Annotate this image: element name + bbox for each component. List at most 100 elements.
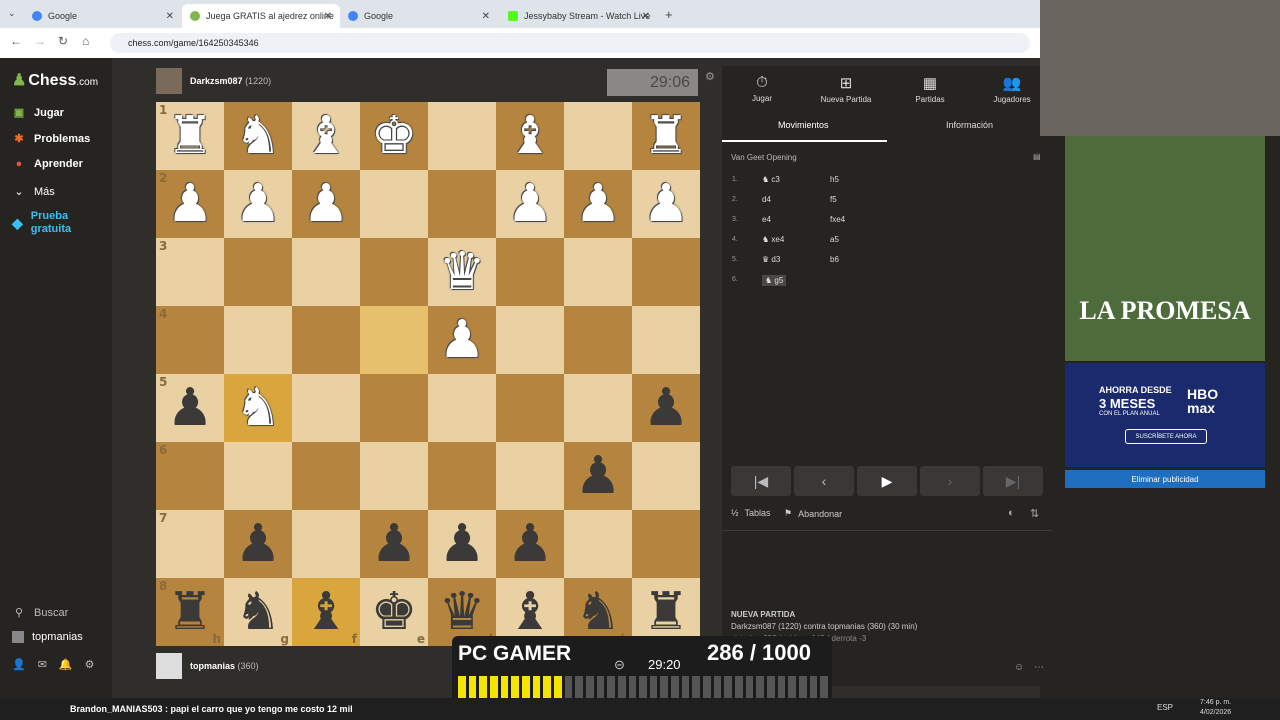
black-move[interactable]: f5 xyxy=(830,195,837,204)
sidebar-user[interactable]: topmanias xyxy=(12,631,83,643)
last-move-button[interactable]: ▶| xyxy=(983,466,1043,496)
black-pawn-piece[interactable]: ♟ xyxy=(371,518,418,570)
white-move[interactable]: ♞ c3 xyxy=(762,175,780,184)
board-square[interactable]: ♞ xyxy=(224,374,292,442)
ad-hbo-max[interactable]: AHORRA DESDE 3 MESES CON EL PLAN ANUAL H… xyxy=(1065,363,1265,467)
board-square[interactable] xyxy=(360,170,428,238)
browser-tab-active[interactable]: Juega GRATIS al ajedrez online ✕ xyxy=(182,4,340,28)
board-square[interactable] xyxy=(496,442,564,510)
board-square[interactable]: 6 xyxy=(156,442,224,510)
board-square[interactable]: ♟ xyxy=(428,510,496,578)
sidebar-item-problemas[interactable]: ✱ Problemas xyxy=(12,132,90,146)
board-square[interactable]: g ♞ xyxy=(224,578,292,646)
board-square[interactable]: ♚ xyxy=(360,102,428,170)
white-knight-piece[interactable]: ♞ xyxy=(235,382,282,434)
white-pawn-piece[interactable]: ♟ xyxy=(439,314,486,366)
black-queen-piece[interactable]: ♛ xyxy=(439,586,486,638)
close-tab-icon[interactable]: ✕ xyxy=(482,11,490,22)
black-knight-piece[interactable]: ♞ xyxy=(575,586,622,638)
white-king-piece[interactable]: ♚ xyxy=(371,110,418,162)
board-square[interactable]: f ♝ xyxy=(292,578,360,646)
back-icon[interactable]: ← xyxy=(10,34,22,48)
board-square[interactable] xyxy=(632,238,700,306)
black-pawn-piece[interactable]: ♟ xyxy=(507,518,554,570)
top-player-name[interactable]: Darkzsm087 xyxy=(190,76,243,86)
home-icon[interactable]: ⌂ xyxy=(82,34,89,48)
board-square[interactable] xyxy=(496,238,564,306)
board-square[interactable]: ♟ xyxy=(564,442,632,510)
close-tab-icon[interactable]: ✕ xyxy=(324,11,332,22)
white-queen-piece[interactable]: ♛ xyxy=(439,246,486,298)
white-rook-piece[interactable]: ♜ xyxy=(643,110,690,162)
forward-icon[interactable]: → xyxy=(34,34,46,48)
board-square[interactable] xyxy=(292,374,360,442)
tab-jugar[interactable]: ⏱ Jugar xyxy=(722,74,802,103)
first-move-button[interactable]: |◀ xyxy=(731,466,791,496)
bottom-player-name[interactable]: topmanias xyxy=(190,661,235,671)
board-square[interactable] xyxy=(632,510,700,578)
board-square[interactable] xyxy=(428,102,496,170)
board-square[interactable] xyxy=(632,306,700,374)
board-square[interactable]: 5 ♟ xyxy=(156,374,224,442)
board-square[interactable]: ♝ xyxy=(496,102,564,170)
board-square[interactable]: 3 xyxy=(156,238,224,306)
sidebar-item-mas[interactable]: ⌄ Más xyxy=(12,185,54,199)
sidebar-item-aprender[interactable]: ● Aprender xyxy=(12,158,83,170)
board-square[interactable] xyxy=(632,442,700,510)
black-pawn-piece[interactable]: ♟ xyxy=(167,382,214,434)
board-square[interactable] xyxy=(564,238,632,306)
black-move[interactable]: a5 xyxy=(830,235,839,244)
reload-icon[interactable]: ↻ xyxy=(58,34,68,48)
board-square[interactable] xyxy=(564,306,632,374)
browser-tab[interactable]: Google ✕ xyxy=(24,4,182,28)
black-move[interactable]: fxe4 xyxy=(830,215,845,224)
resign-button[interactable]: ⚑ Abandonar xyxy=(784,508,842,519)
gear-icon[interactable]: ⚙ xyxy=(705,70,715,83)
board-square[interactable]: ♟ xyxy=(496,170,564,238)
messages-icon[interactable]: ✉ xyxy=(38,658,47,671)
black-bishop-piece[interactable]: ♝ xyxy=(303,586,350,638)
board-square[interactable] xyxy=(292,442,360,510)
board-square[interactable]: ♝ xyxy=(292,102,360,170)
tab-nueva-partida[interactable]: ⊞ Nueva Partida xyxy=(806,74,886,104)
board-square[interactable] xyxy=(496,374,564,442)
white-move[interactable]: ♞ xe4 xyxy=(762,235,784,244)
white-knight-piece[interactable]: ♞ xyxy=(235,110,282,162)
board-square[interactable] xyxy=(564,510,632,578)
flip-board-icon[interactable]: ⇅ xyxy=(1030,507,1039,520)
book-icon[interactable]: ▤ xyxy=(1033,152,1041,161)
board-square[interactable]: ♞ xyxy=(224,102,292,170)
board-square[interactable]: 7 xyxy=(156,510,224,578)
board-square[interactable] xyxy=(496,306,564,374)
white-bishop-piece[interactable]: ♝ xyxy=(507,110,554,162)
friends-icon[interactable]: 👤 xyxy=(12,658,26,671)
white-move[interactable]: ♞ g5 xyxy=(762,275,787,286)
board-square[interactable]: ♟ xyxy=(292,170,360,238)
board-square[interactable]: ♟ xyxy=(632,170,700,238)
more-icon[interactable]: ⋯ xyxy=(1034,662,1044,673)
black-rook-piece[interactable]: ♜ xyxy=(167,586,214,638)
board-square[interactable] xyxy=(360,306,428,374)
board-square[interactable]: 2 ♟ xyxy=(156,170,224,238)
ad-cta-button[interactable]: SUSCRÍBETE AHORA xyxy=(1125,429,1207,444)
black-king-piece[interactable]: ♚ xyxy=(371,586,418,638)
remove-ads-button[interactable]: Eliminar publicidad xyxy=(1065,470,1265,488)
tab-partidas[interactable]: ▦ Partidas xyxy=(890,74,970,104)
sidebar-item-prueba-gratuita[interactable]: ◆ Prueba gratuita xyxy=(12,210,92,235)
board-square[interactable] xyxy=(428,442,496,510)
browser-tab[interactable]: Jessybaby Stream - Watch Live ✕ xyxy=(500,4,658,28)
white-move[interactable]: e4 xyxy=(762,215,771,224)
url-field[interactable]: chess.com/game/164250345346 xyxy=(110,33,1030,53)
black-pawn-piece[interactable]: ♟ xyxy=(643,382,690,434)
sidebar-search[interactable]: ⚲ Buscar xyxy=(12,606,68,620)
black-pawn-piece[interactable]: ♟ xyxy=(439,518,486,570)
black-rook-piece[interactable]: ♜ xyxy=(643,586,690,638)
new-tab-icon[interactable]: + xyxy=(665,7,673,22)
board-square[interactable] xyxy=(224,442,292,510)
white-move[interactable]: ♛ d3 xyxy=(762,255,780,264)
board-square[interactable] xyxy=(360,374,428,442)
close-tab-icon[interactable]: ✕ xyxy=(166,11,174,22)
clock-date[interactable]: 4/02/2026 xyxy=(1200,709,1231,716)
board-square[interactable]: 1 ♜ xyxy=(156,102,224,170)
black-pawn-piece[interactable]: ♟ xyxy=(575,450,622,502)
